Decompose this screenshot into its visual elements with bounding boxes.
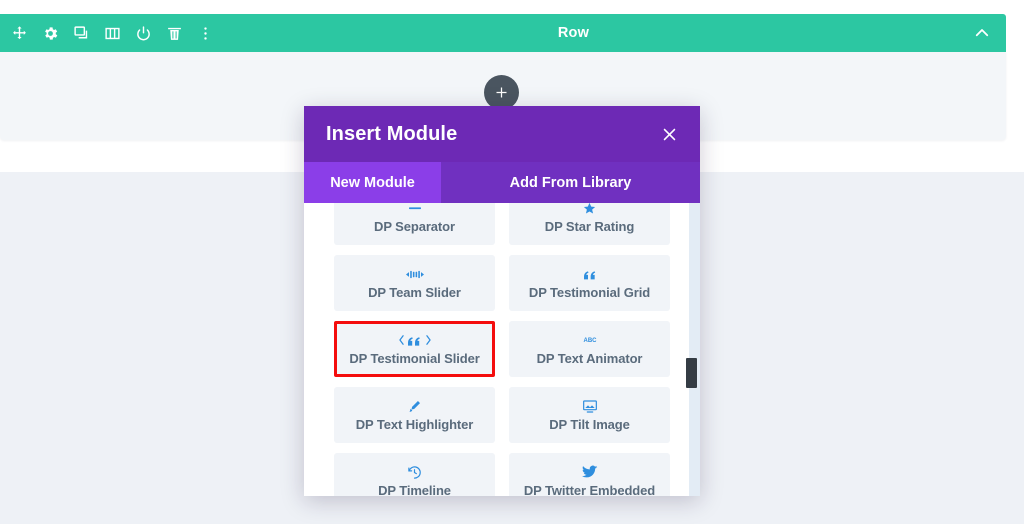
tab-add-from-library[interactable]: Add From Library [441, 162, 700, 203]
module-tile-dp-text-animator[interactable]: ABC DP Text Animator [509, 321, 670, 377]
tab-new-module[interactable]: New Module [304, 162, 441, 203]
twitter-icon [581, 464, 598, 480]
module-tile-dp-twitter-embedded[interactable]: DP Twitter Embedded [509, 453, 670, 496]
gear-icon[interactable] [41, 24, 60, 43]
clock-history-icon [407, 464, 422, 480]
modal-scrollbar-thumb[interactable] [686, 358, 697, 388]
quote-slider-icon [397, 332, 433, 348]
module-tile-dp-text-highlighter[interactable]: DP Text Highlighter [334, 387, 495, 443]
abc-icon: ABC [580, 332, 600, 348]
module-tile-label: DP Star Rating [544, 219, 635, 234]
module-grid: DP Separator DP Star Rating DP Team Slid… [304, 203, 700, 496]
modal-scrollbar-track[interactable] [686, 203, 700, 496]
module-list-scroll-area: DP Separator DP Star Rating DP Team Slid… [304, 203, 700, 496]
brush-icon [407, 398, 422, 414]
module-tile-dp-tilt-image[interactable]: DP Tilt Image [509, 387, 670, 443]
module-tile-dp-testimonial-slider[interactable]: DP Testimonial Slider [334, 321, 495, 377]
minus-icon [407, 203, 423, 216]
module-tile-label: DP Separator [374, 219, 455, 234]
move-icon[interactable] [10, 24, 29, 43]
close-icon[interactable] [656, 121, 682, 147]
module-tile-label: DP Text Animator [536, 351, 643, 366]
columns-icon[interactable] [103, 24, 122, 43]
row-title: Row [557, 25, 590, 41]
quote-icon [582, 266, 598, 282]
module-tile-label: DP Timeline [378, 483, 451, 496]
module-tile-dp-star-rating[interactable]: DP Star Rating [509, 203, 670, 245]
module-tile-label: DP Tilt Image [549, 417, 630, 432]
row-toolbar: Row [0, 14, 1006, 52]
module-tile-dp-timeline[interactable]: DP Timeline [334, 453, 495, 496]
modal-tabs: New Module Add From Library [304, 162, 700, 203]
chevron-up-icon[interactable] [972, 23, 992, 43]
modal-title: Insert Module [326, 122, 458, 145]
team-slider-icon [405, 266, 424, 282]
add-module-button[interactable] [484, 75, 519, 110]
modal-header: Insert Module [304, 106, 700, 162]
power-icon[interactable] [134, 24, 153, 43]
module-tile-dp-team-slider[interactable]: DP Team Slider [334, 255, 495, 311]
plus-icon [496, 87, 507, 98]
module-tile-dp-testimonial-grid[interactable]: DP Testimonial Grid [509, 255, 670, 311]
insert-module-modal: Insert Module New Module Add From Librar… [304, 106, 700, 496]
image-icon [582, 398, 598, 414]
module-tile-label: DP Testimonial Slider [349, 351, 480, 366]
module-tile-dp-separator[interactable]: DP Separator [334, 203, 495, 245]
module-tile-label: DP Team Slider [368, 285, 461, 300]
module-tile-label: DP Twitter Embedded [523, 483, 656, 496]
svg-text:ABC: ABC [583, 338, 597, 344]
duplicate-icon[interactable] [72, 24, 91, 43]
module-tile-label: DP Testimonial Grid [528, 285, 651, 300]
star-icon [582, 203, 597, 216]
module-tile-label: DP Text Highlighter [355, 417, 474, 432]
